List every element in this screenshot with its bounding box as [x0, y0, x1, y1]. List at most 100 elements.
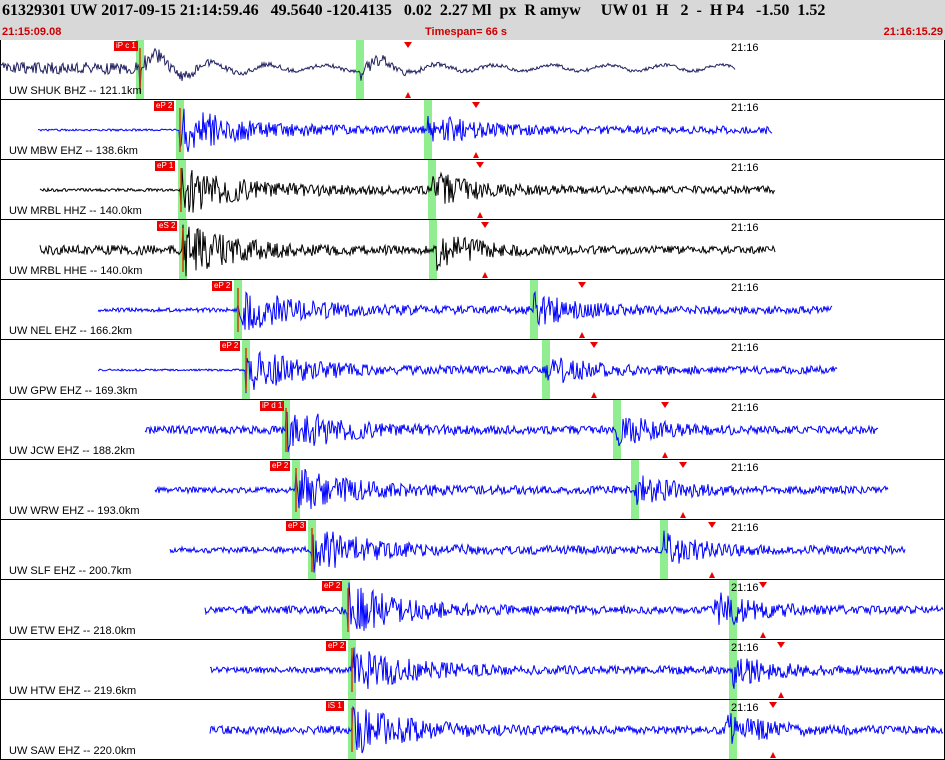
event-summary: 61329301 UW 2017-09-15 21:14:59.46 49.56…	[2, 2, 826, 19]
waveform-plot	[0, 40, 736, 99]
station-label: UW SHUK BHZ -- 121.1km	[9, 85, 142, 97]
station-label: UW NEL EHZ -- 166.2km	[9, 325, 133, 337]
channel-panel[interactable]: eP 2 21:16 UW HTW EHZ -- 219.6km	[0, 640, 945, 700]
arrival-triangle-top-icon	[404, 42, 412, 48]
arrival-triangle-top-icon	[708, 522, 716, 528]
pick-label[interactable]: iS 1	[326, 701, 344, 711]
seismogram-panels: iP c 1 21:16 UW SHUK BHZ -- 121.1km eP 2 21:…	[0, 40, 945, 760]
pick-label[interactable]: iP d 1	[260, 401, 285, 411]
timespan-label: Timespan= 66 s	[425, 26, 508, 38]
arrival-triangle-top-icon	[578, 282, 586, 288]
channel-panel[interactable]: eP 2 21:16 UW ETW EHZ -- 218.0km	[0, 580, 945, 640]
station-label: UW SLF EHZ -- 200.7km	[9, 565, 132, 577]
station-label: UW HTW EHZ -- 219.6km	[9, 685, 137, 697]
arrival-triangle-bottom-icon	[778, 692, 784, 698]
waveform-plot	[38, 100, 773, 159]
waveform-plot	[97, 280, 833, 339]
start-time: 21:15:09.08	[2, 26, 62, 38]
minute-tick-label: 21:16	[731, 342, 759, 354]
arrival-triangle-bottom-icon	[579, 332, 585, 338]
station-label: UW ETW EHZ -- 218.0km	[9, 625, 136, 637]
minute-tick-label: 21:16	[731, 102, 759, 114]
waveform-plot	[97, 340, 838, 399]
arrival-triangle-bottom-icon	[770, 752, 776, 758]
seismic-trace	[154, 469, 889, 510]
arrival-triangle-bottom-icon	[709, 572, 715, 578]
channel-panel[interactable]: iP d 1 21:16 UW JCW EHZ -- 188.2km	[0, 400, 945, 460]
seismic-trace	[97, 290, 833, 330]
minute-tick-label: 21:16	[731, 222, 759, 234]
seismic-trace	[38, 108, 773, 152]
minute-tick-label: 21:16	[731, 702, 759, 714]
pick-label[interactable]: eP 2	[322, 581, 343, 591]
pick-label[interactable]: eP 1	[155, 161, 176, 171]
seismic-trace	[209, 647, 944, 689]
arrival-triangle-top-icon	[679, 462, 687, 468]
channel-panel[interactable]: eP 2 21:16 UW GPW EHZ -- 169.3km	[0, 340, 945, 400]
arrival-window-band	[356, 40, 364, 99]
channel-panel[interactable]: eP 3 21:16 UW SLF EHZ -- 200.7km	[0, 520, 945, 580]
seismic-trace	[39, 224, 776, 277]
channel-panel[interactable]: eP 2 21:16 UW WRW EHZ -- 193.0km	[0, 460, 945, 520]
channel-panel[interactable]: eS 2 21:16 UW MRBL HHE -- 140.0km	[0, 220, 945, 280]
seismic-trace	[169, 530, 906, 573]
pick-label[interactable]: iP c 1	[114, 41, 138, 51]
channel-panel[interactable]: eP 2 21:16 UW MBW EHZ -- 138.6km	[0, 100, 945, 160]
arrival-triangle-bottom-icon	[760, 632, 766, 638]
pick-label[interactable]: eP 2	[326, 641, 347, 651]
arrival-triangle-bottom-icon	[473, 152, 479, 158]
end-time: 21:16:15.29	[883, 26, 943, 38]
station-label: UW GPW EHZ -- 169.3km	[9, 385, 138, 397]
arrival-triangle-bottom-icon	[680, 512, 686, 518]
arrival-triangle-top-icon	[661, 402, 669, 408]
waveform-plot	[209, 640, 944, 699]
arrival-triangle-top-icon	[590, 342, 598, 348]
arrival-triangle-top-icon	[476, 162, 484, 168]
pick-label[interactable]: eP 2	[154, 101, 175, 111]
waveform-plot	[169, 520, 906, 579]
seismic-trace	[204, 582, 944, 631]
channel-panel[interactable]: iP c 1 21:16 UW SHUK BHZ -- 121.1km	[0, 40, 945, 100]
arrival-triangle-top-icon	[759, 582, 767, 588]
header-bar: 61329301 UW 2017-09-15 21:14:59.46 49.56…	[0, 0, 945, 40]
minute-tick-label: 21:16	[731, 582, 759, 594]
arrival-triangle-top-icon	[769, 702, 777, 708]
station-label: UW WRW EHZ -- 193.0km	[9, 505, 140, 517]
minute-tick-label: 21:16	[731, 462, 759, 474]
channel-panel[interactable]: iS 1 21:16 UW SAW EHZ -- 220.0km	[0, 700, 945, 760]
minute-tick-label: 21:16	[731, 282, 759, 294]
arrival-triangle-bottom-icon	[482, 272, 488, 278]
pick-label[interactable]: eP 3	[286, 521, 307, 531]
station-label: UW MBW EHZ -- 138.6km	[9, 145, 138, 157]
arrival-window-band	[631, 460, 639, 519]
arrival-triangle-top-icon	[777, 642, 785, 648]
pick-label[interactable]: eP 2	[212, 281, 233, 291]
pick-label[interactable]: eP 2	[220, 341, 241, 351]
minute-tick-label: 21:16	[731, 642, 759, 654]
channel-panel[interactable]: eP 2 21:16 UW NEL EHZ -- 166.2km	[0, 280, 945, 340]
arrival-triangle-bottom-icon	[591, 392, 597, 398]
station-label: UW MRBL HHZ -- 140.0km	[9, 205, 142, 217]
seismic-trace	[39, 168, 776, 213]
minute-tick-label: 21:16	[731, 522, 759, 534]
waveform-plot	[204, 580, 944, 639]
waveform-plot	[144, 400, 879, 459]
arrival-triangle-top-icon	[472, 102, 480, 108]
seismic-trace	[209, 705, 944, 754]
station-label: UW SAW EHZ -- 220.0km	[9, 745, 136, 757]
arrival-triangle-bottom-icon	[405, 92, 411, 98]
arrival-triangle-bottom-icon	[662, 452, 668, 458]
seismic-trace	[144, 411, 879, 453]
waveform-plot	[209, 700, 944, 759]
station-label: UW JCW EHZ -- 188.2km	[9, 445, 135, 457]
channel-panel[interactable]: eP 1 21:16 UW MRBL HHZ -- 140.0km	[0, 160, 945, 220]
minute-tick-label: 21:16	[731, 162, 759, 174]
seismic-trace	[97, 350, 838, 394]
station-label: UW MRBL HHE -- 140.0km	[9, 265, 143, 277]
minute-tick-label: 21:16	[731, 402, 759, 414]
pick-label[interactable]: eP 2	[270, 461, 291, 471]
waveform-plot	[154, 460, 889, 519]
arrival-triangle-top-icon	[481, 222, 489, 228]
pick-label[interactable]: eS 2	[157, 221, 178, 231]
minute-tick-label: 21:16	[731, 42, 759, 54]
